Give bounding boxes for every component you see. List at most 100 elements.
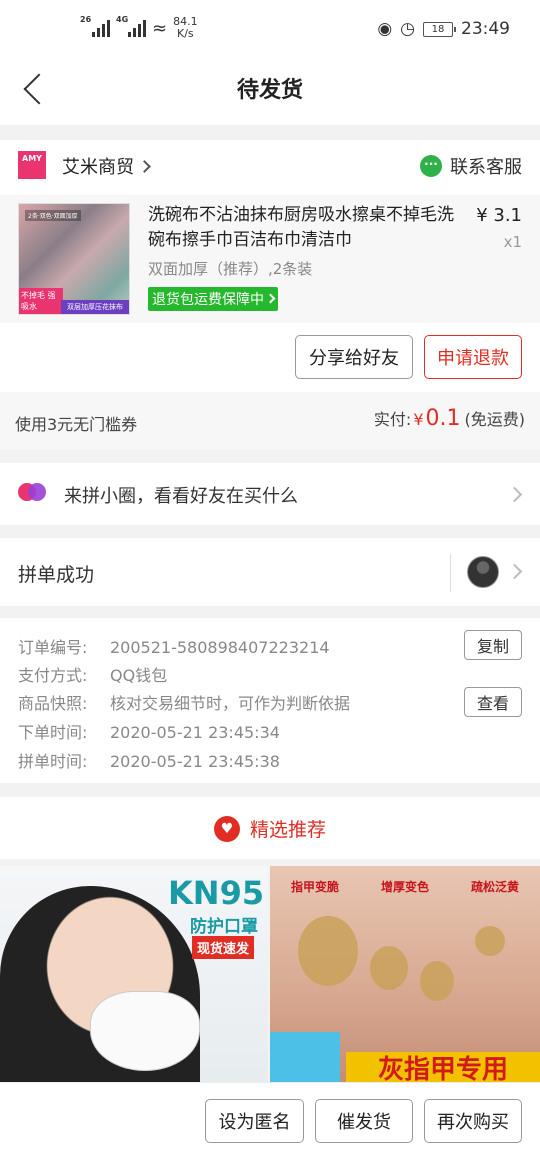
coupon-text: 使用3元无门槛券 — [15, 415, 138, 434]
paid-currency: ¥ — [413, 410, 424, 429]
ad-nail-label: 增厚变色 — [380, 880, 429, 894]
ad-product-box — [270, 1032, 340, 1082]
avatar[interactable] — [467, 556, 499, 588]
paid-value: 0.1 — [425, 406, 461, 431]
info-key: 商品快照: — [18, 694, 88, 713]
signal-label: 26 — [80, 15, 92, 24]
speed-unit: K/s — [177, 27, 194, 40]
status-left: 26 4G ≈ 84.1 K/s — [80, 15, 198, 40]
copy-button[interactable]: 复制 — [464, 630, 522, 660]
product-quantity: x1 — [503, 233, 522, 251]
recommend-header: ♥ 精选推荐 — [0, 797, 540, 859]
paid-label: 实付: — [373, 410, 412, 429]
heart-icon: ♥ — [213, 815, 240, 842]
friend-circle-row[interactable]: 来拼小圈，看看好友在买什么 — [0, 463, 540, 525]
chevron-right-icon — [506, 486, 523, 503]
battery-icon: 18 — [423, 21, 456, 37]
bottom-action-bar: 设为匿名 催发货 再次购买 — [0, 1082, 540, 1155]
product-spec: 双面加厚（推荐）,2条装 — [148, 260, 313, 278]
contact-service-label: 联系客服 — [450, 157, 522, 178]
shop-logo-text: AMY — [22, 154, 42, 163]
nav-bar: 待发货 — [0, 60, 540, 125]
share-button[interactable]: 分享给好友 — [295, 335, 413, 379]
return-shipping-badge[interactable]: 退货包运费保障中 — [148, 287, 278, 311]
product-image[interactable]: 2条·双色·双面加厚 不掉毛 强吸水 双层加厚压花抹布 — [18, 203, 130, 315]
network-speed: 84.1 K/s — [173, 16, 198, 40]
order-number-row: 订单编号: 200521-580898407223214 — [18, 634, 330, 658]
product-image-tag-a: 不掉毛 强吸水 — [19, 288, 63, 314]
battery-level: 18 — [431, 23, 445, 35]
product-card-nail[interactable]: 指甲变脆 增厚变色 疏松泛黄 灰指甲专用 — [270, 866, 540, 1082]
chat-icon: ··· — [420, 155, 442, 177]
wifi-icon: ≈ — [152, 17, 168, 39]
product-row[interactable]: 2条·双色·双面加厚 不掉毛 强吸水 双层加厚压花抹布 洗碗布不沾油抹布厨房吸水… — [0, 195, 540, 323]
info-key: 拼单时间: — [18, 752, 88, 771]
ad-toe-image — [420, 961, 454, 1001]
badge-chevron-icon — [265, 293, 276, 303]
signal-4g-label: 4G — [116, 15, 129, 24]
status-right: ◉ ◷ 18 23:49 — [377, 19, 510, 39]
ad-nail-banner: 灰指甲专用 — [346, 1052, 540, 1082]
product-image-tag-b: 双层加厚压花抹布 — [61, 300, 129, 314]
shop-name-link[interactable]: 艾米商贸 — [62, 153, 151, 179]
recommend-grid: KN95 防护口罩 现货速发 指甲变脆 增厚变色 疏松泛黄 灰指甲专用 — [0, 866, 540, 1082]
group-time: 2020-05-21 23:45:38 — [110, 752, 280, 771]
info-key: 支付方式: — [18, 666, 88, 685]
product-price: ¥ 3.1 — [476, 205, 522, 226]
divider — [450, 554, 451, 592]
payment-method-row: 支付方式: QQ钱包 — [18, 662, 167, 686]
ad-mask-subtitle: 防护口罩 — [190, 917, 258, 937]
ad-mask-tag: 现货速发 — [192, 936, 255, 959]
payment-summary: 使用3元无门槛券 实付: ¥ 0.1 (免运费) — [0, 392, 540, 450]
order-card: AMY 艾米商贸 ··· 联系客服 2条·双色·双面加厚 不掉毛 强吸水 双层加… — [0, 140, 540, 392]
order-number: 200521-580898407223214 — [110, 638, 330, 657]
chevron-right-icon — [506, 563, 523, 580]
shipping-note: (免运费) — [464, 410, 526, 429]
signal-icon: 26 — [80, 15, 110, 37]
product-title: 洗碗布不沾油抹布厨房吸水擦桌不掉毛洗碗布擦手巾百洁布巾清洁巾 — [148, 205, 454, 250]
alarm-icon: ◷ — [400, 19, 415, 39]
group-time-row: 拼单时间: 2020-05-21 23:45:38 — [18, 748, 280, 772]
payment-method: QQ钱包 — [110, 666, 168, 685]
info-key: 下单时间: — [18, 723, 88, 742]
view-snapshot-button[interactable]: 查看 — [464, 687, 522, 717]
order-time: 2020-05-21 23:45:34 — [110, 723, 280, 742]
return-shipping-label: 退货包运费保障中 — [152, 292, 264, 308]
status-bar: 26 4G ≈ 84.1 K/s ◉ ◷ 18 23:49 — [0, 0, 540, 60]
order-info-card: 订单编号: 200521-580898407223214 支付方式: QQ钱包 商品… — [0, 618, 540, 783]
signal-4g-icon: 4G — [116, 15, 146, 37]
paid-amount: 实付: ¥ 0.1 (免运费) — [374, 406, 525, 431]
urge-shipping-button[interactable]: 催发货 — [315, 1099, 413, 1143]
eye-icon: ◉ — [377, 19, 393, 39]
shop-row[interactable]: AMY 艾米商贸 ··· 联系客服 — [0, 140, 540, 195]
anonymous-button[interactable]: 设为匿名 — [205, 1099, 304, 1143]
order-time-row: 下单时间: 2020-05-21 23:45:34 — [18, 719, 280, 743]
ad-toe-image — [475, 926, 505, 956]
ad-nail-label: 疏松泛黄 — [470, 880, 519, 894]
ad-mask-image — [90, 991, 200, 1071]
ad-toe-image — [298, 916, 358, 986]
friend-circle-text: 来拼小圈，看看好友在买什么 — [64, 486, 298, 507]
group-status-text: 拼单成功 — [18, 564, 95, 586]
chevron-right-icon — [138, 159, 151, 173]
refund-button[interactable]: 申请退款 — [424, 335, 522, 379]
product-image-caption: 2条·双色·双面加厚 — [25, 210, 81, 221]
shop-name: 艾米商贸 — [62, 157, 134, 178]
ad-toe-image — [370, 946, 408, 990]
recommend-title: 精选推荐 — [249, 819, 326, 841]
product-card-mask[interactable]: KN95 防护口罩 现货速发 — [0, 866, 268, 1082]
group-status-row[interactable]: 拼单成功 — [0, 538, 540, 606]
info-key: 订单编号: — [18, 638, 88, 657]
snapshot-row: 商品快照: 核对交易细节时，可作为判断依据 — [18, 690, 350, 714]
ad-mask-title: KN95 — [168, 874, 265, 912]
ad-nail-labels: 指甲变脆 增厚变色 疏松泛黄 — [270, 878, 540, 895]
ad-nail-label: 指甲变脆 — [290, 880, 339, 894]
contact-service-button[interactable]: ··· 联系客服 — [420, 153, 522, 179]
shop-logo: AMY — [18, 151, 46, 179]
page-title: 待发货 — [236, 78, 303, 103]
snapshot-desc: 核对交易细节时，可作为判断依据 — [110, 694, 351, 713]
recommend-title-wrap: ♥ 精选推荐 — [0, 815, 540, 844]
clock: 23:49 — [461, 19, 510, 39]
circle-icon — [18, 483, 48, 503]
buy-again-button[interactable]: 再次购买 — [424, 1099, 522, 1143]
